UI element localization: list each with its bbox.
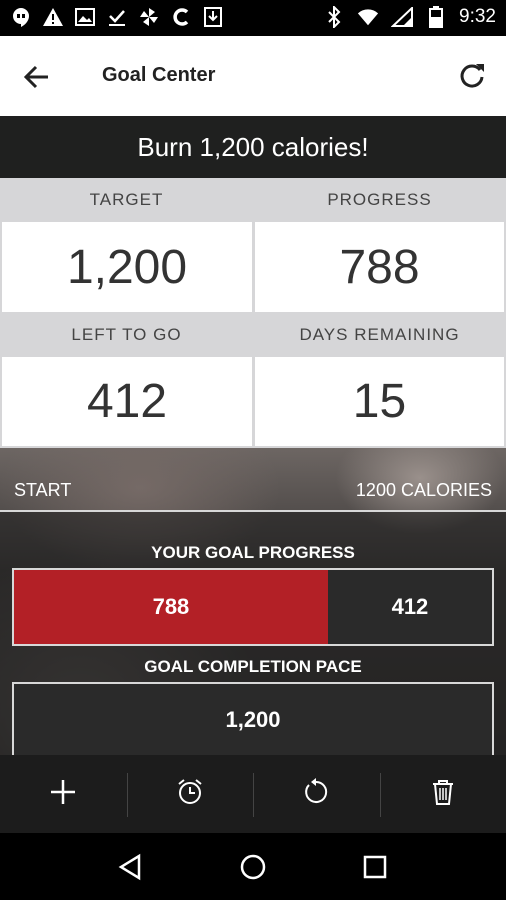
alarm-add-icon: [175, 777, 205, 812]
progress-value: 788: [255, 222, 504, 312]
pinwheel-icon: [138, 6, 160, 28]
signal-icon: [391, 6, 414, 28]
status-bar: 9:32: [0, 0, 506, 36]
bluetooth-icon: [323, 6, 345, 28]
reset-icon: [301, 777, 331, 812]
progress-done-segment: 788: [14, 570, 328, 644]
progress-label: PROGRESS: [327, 190, 432, 209]
trash-icon: [428, 777, 458, 812]
app-bar: Goal Center: [0, 36, 506, 116]
system-nav-bar: [0, 833, 506, 900]
image-icon: [74, 6, 96, 28]
system-icons: 9:32: [323, 6, 496, 28]
days-remaining-label: DAYS REMAINING: [299, 325, 460, 344]
page-title: Goal Center: [102, 64, 216, 86]
left-to-go-value: 412: [2, 357, 252, 446]
range-start-label: START: [14, 480, 72, 500]
wifi-icon: [357, 6, 379, 28]
goal-title: Burn 1,200 calories!: [0, 116, 506, 178]
arrow-back-icon[interactable]: [22, 62, 52, 92]
status-time: 9:32: [459, 6, 496, 27]
download-icon: [202, 6, 224, 28]
c-app-icon: [170, 6, 192, 28]
progress-left-segment: 412: [391, 594, 429, 619]
target-label: TARGET: [89, 190, 164, 209]
back-triangle-icon[interactable]: [111, 847, 151, 887]
target-value: 1,200: [2, 222, 252, 312]
action-toolbar: [0, 755, 506, 833]
pace-bar: 1,200: [12, 682, 494, 755]
battery-icon: [425, 6, 447, 28]
refresh-icon[interactable]: [456, 60, 488, 92]
range-end-label: 1200 CALORIES: [355, 480, 492, 500]
reset-button[interactable]: [253, 755, 380, 833]
home-circle-icon[interactable]: [233, 847, 273, 887]
delete-button[interactable]: [379, 755, 506, 833]
goal-progress-bar: 788 412: [12, 568, 494, 646]
recents-square-icon[interactable]: [355, 847, 395, 887]
alarm-button[interactable]: [126, 755, 254, 833]
goal-stats: TARGET PROGRESS 1,200 788 LEFT TO GO DAY…: [0, 178, 506, 448]
hangouts-icon: [10, 6, 32, 28]
goal-range: START 1200 CALORIES: [0, 448, 506, 512]
background-photo: START 1200 CALORIES YOUR GOAL PROGRESS 7…: [0, 448, 506, 755]
notification-icons: [10, 6, 224, 28]
goal-progress-title: YOUR GOAL PROGRESS: [151, 543, 355, 562]
days-remaining-value: 15: [255, 357, 504, 446]
left-to-go-label: LEFT TO GO: [71, 325, 182, 344]
add-icon: [48, 777, 78, 812]
pace-title: GOAL COMPLETION PACE: [144, 657, 362, 676]
download-done-icon: [106, 6, 128, 28]
alert-icon: [42, 6, 64, 28]
add-button[interactable]: [0, 755, 127, 833]
